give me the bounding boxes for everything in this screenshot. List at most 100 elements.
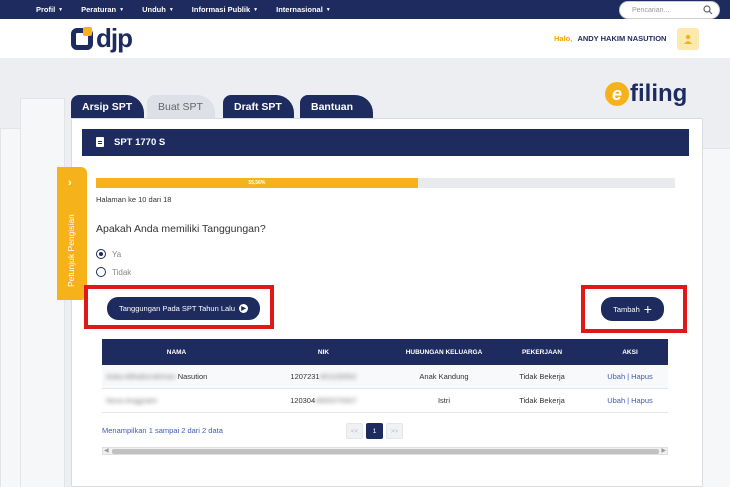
pager-next-button[interactable]: >> [386, 423, 403, 439]
caret-down-icon: ▼ [253, 6, 259, 13]
greeting-label: Halo, [554, 34, 573, 43]
user-icon [684, 34, 692, 44]
scrollbar-thumb[interactable] [112, 449, 659, 454]
radio-tidak[interactable] [96, 267, 106, 277]
efiling-e-icon: e [605, 82, 629, 106]
caret-down-icon: ▼ [325, 6, 331, 13]
add-button[interactable]: Tambah + [601, 297, 664, 321]
tab-arsip-spt[interactable]: Arsip SPT [71, 95, 145, 118]
tab-label: Draft SPT [234, 101, 282, 113]
delete-link[interactable]: Hapus [631, 396, 653, 405]
cell-relation: Anak Kandung [419, 372, 469, 381]
progress-label: 55,56% [248, 180, 266, 186]
previous-dependents-button[interactable]: Tanggungan Pada SPT Tahun Lalu ▶ [107, 297, 260, 320]
top-navbar: Profil ▼ Peraturan ▼ Unduh ▼ Informasi Publ… [0, 0, 730, 19]
table-row: Nova Anggraini 1203044800070007 Istri Ti… [102, 389, 668, 413]
cell-actions: Ubah | Hapus [592, 396, 668, 405]
cell-nik: 1207231401100002 [251, 372, 396, 381]
option-tidak[interactable]: Tidak [96, 267, 131, 277]
edit-link[interactable]: Ubah [607, 396, 625, 405]
menu-label: Unduh [142, 5, 166, 14]
caret-down-icon: ▼ [119, 6, 125, 13]
separator: | [627, 372, 630, 381]
progress-fill: 55,56% [96, 178, 418, 188]
caret-down-icon: ▼ [168, 6, 174, 13]
scroll-left-icon[interactable]: ◀ [104, 447, 109, 454]
cell-relation: Istri [437, 396, 451, 405]
redacted-text: Aska Althafurrahman [106, 372, 176, 381]
search-placeholder: Pencarian... [632, 6, 670, 14]
avatar[interactable] [677, 28, 699, 50]
page-info: Halaman ke 10 dari 18 [96, 195, 172, 204]
cell-nik: 1203044800070007 [251, 396, 396, 405]
plus-icon: + [643, 301, 652, 317]
column-header: NAMA [166, 348, 187, 356]
redacted-text: 4800070007 [315, 396, 357, 405]
tab-draft-spt[interactable]: Draft SPT [223, 95, 294, 118]
tab-label: Bantuan [311, 101, 353, 113]
petunjuk-pengisian-tab[interactable]: › Petunjuk Pengisian [57, 167, 87, 300]
edit-link[interactable]: Ubah [607, 372, 625, 381]
document-icon [96, 137, 104, 147]
menu-label: Profil [36, 5, 56, 14]
column-header: NIK [317, 348, 330, 356]
user-greeting: Halo, ANDY HAKIM NASUTION [554, 34, 666, 43]
menu-unduh[interactable]: Unduh ▼ [142, 5, 174, 14]
cell-actions: Ubah | Hapus [592, 372, 668, 381]
panel-header: SPT 1770 S [82, 129, 689, 156]
button-label: Tambah [613, 304, 640, 314]
table-summary: Menampilkan 1 sampai 2 dari 2 data [102, 426, 223, 435]
option-label: Tidak [112, 267, 132, 277]
menu-internasional[interactable]: Internasional ▼ [276, 5, 331, 14]
pager-prev-button[interactable]: << [346, 423, 363, 439]
name-text: Nasution [177, 372, 208, 381]
table-header: NAMA NIK HUBUNGAN KELUARGA PEKERJAAN AKS… [102, 339, 668, 365]
column-header: AKSI [622, 348, 638, 356]
column-header: HUBUNGAN KELUARGA [405, 348, 483, 356]
pager-page-button[interactable]: 1 [366, 423, 383, 439]
logo-text: djp [96, 23, 133, 53]
tab-bantuan[interactable]: Bantuan [300, 95, 373, 118]
page-title: SPT 1770 S [114, 137, 166, 148]
menu-profil[interactable]: Profil ▼ [36, 5, 63, 14]
cell-job: Tidak Bekerja [519, 396, 565, 405]
nik-text: 1207231 [290, 372, 320, 381]
top-menu: Profil ▼ Peraturan ▼ Unduh ▼ Informasi Publ… [36, 0, 331, 19]
table-row: Aska Althafurrahman Nasution 12072314011… [102, 365, 668, 389]
caret-down-icon: ▼ [58, 6, 64, 13]
search-input[interactable]: Pencarian... [619, 1, 720, 19]
dependents-table: NAMA NIK HUBUNGAN KELUARGA PEKERJAAN AKS… [102, 339, 668, 413]
radio-ya[interactable] [96, 249, 106, 259]
djp-logo-icon [71, 26, 93, 50]
button-label: Tanggungan Pada SPT Tahun Lalu [118, 304, 236, 313]
column-header: PEKERJAAN [521, 348, 563, 356]
menu-label: Informasi Publik [191, 5, 251, 14]
redacted-text: 401100002 [319, 372, 357, 381]
menu-label: Internasional [276, 5, 323, 14]
efiling-logo: e filing [605, 80, 687, 108]
tab-label: Buat SPT [158, 101, 203, 113]
tab-buat-spt[interactable]: Buat SPT [147, 95, 215, 118]
username[interactable]: ANDY HAKIM NASUTION [577, 34, 666, 43]
menu-informasi-publik[interactable]: Informasi Publik ▼ [192, 5, 258, 14]
menu-label: Peraturan [81, 5, 117, 14]
option-label: Ya [112, 249, 122, 259]
tab-label: Arsip SPT [82, 101, 133, 113]
site-header: djp Halo, ANDY HAKIM NASUTION [0, 19, 730, 58]
horizontal-scrollbar[interactable]: ◀ ▶ [102, 447, 668, 455]
question-text: Apakah Anda memiliki Tanggungan? [96, 223, 266, 235]
option-ya[interactable]: Ya [96, 249, 121, 259]
scroll-right-icon[interactable]: ▶ [661, 447, 666, 454]
menu-peraturan[interactable]: Peraturan ▼ [81, 5, 124, 14]
arrow-right-circle-icon: ▶ [239, 304, 249, 313]
delete-link[interactable]: Hapus [631, 372, 653, 381]
cell-name: Nova Anggraini [102, 396, 251, 405]
djp-logo[interactable]: djp [71, 23, 133, 54]
nik-text: 120304 [290, 396, 316, 405]
search-icon[interactable] [703, 5, 713, 15]
progress-bar: 55,56% [96, 178, 675, 188]
efiling-word: filing [630, 80, 688, 107]
redacted-text: Nova Anggraini [106, 396, 157, 405]
cell-name: Aska Althafurrahman Nasution [102, 372, 251, 381]
separator: | [627, 396, 630, 405]
